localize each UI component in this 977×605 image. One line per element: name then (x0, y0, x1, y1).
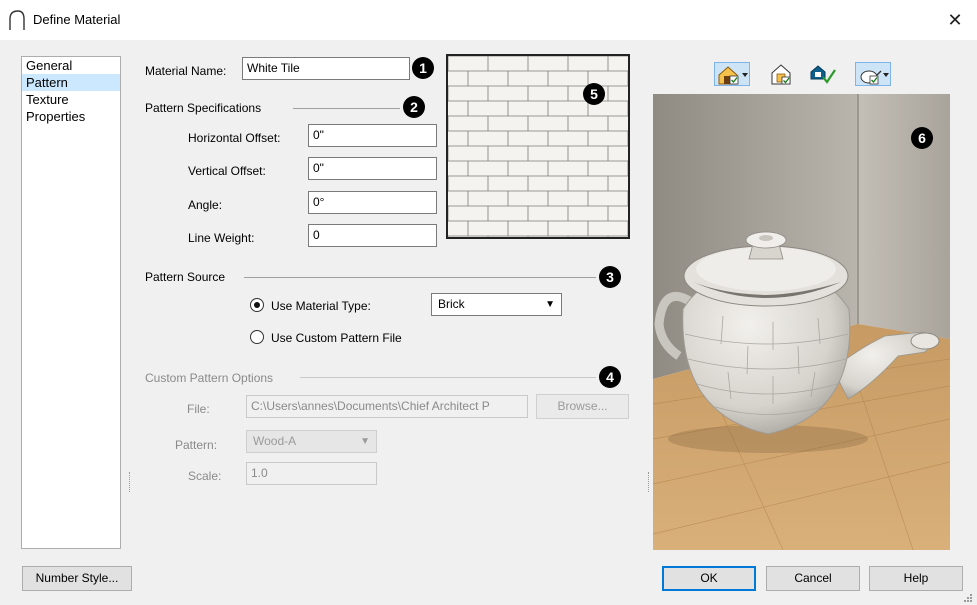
callout-2: 2 (403, 96, 425, 118)
horizontal-offset-field[interactable]: 0" (308, 124, 437, 147)
brick-pattern-graphic (448, 56, 628, 237)
render-house-button[interactable] (714, 62, 750, 86)
material-name-label: Material Name: (145, 64, 227, 78)
window-title: Define Material (33, 12, 121, 27)
render-settings-button[interactable] (766, 62, 802, 86)
use-material-type-radio[interactable] (250, 298, 264, 312)
use-custom-pattern-label: Use Custom Pattern File (271, 331, 402, 345)
pattern-swatch (446, 54, 630, 239)
ok-button[interactable]: OK (662, 566, 756, 591)
teapot-model-button[interactable] (855, 62, 891, 86)
house-render-icon (718, 66, 748, 85)
vertical-offset-label: Vertical Offset: (188, 164, 266, 178)
dropdown-arrow-icon: ▼ (545, 299, 555, 310)
line-weight-field[interactable]: 0 (308, 224, 437, 247)
group-divider (293, 108, 400, 109)
callout-5: 5 (583, 83, 605, 105)
category-list: General Pattern Texture Properties (21, 56, 121, 549)
house-settings-icon (771, 64, 791, 85)
use-material-type-label: Use Material Type: (271, 299, 371, 313)
vertical-offset-field[interactable]: 0" (308, 157, 437, 180)
callout-4: 4 (599, 366, 621, 388)
teapot-model-icon (860, 70, 889, 85)
pattern-source-heading: Pattern Source (145, 270, 226, 284)
splitter-grip[interactable] (129, 472, 131, 492)
file-path-field[interactable]: C:\Users\annes\Documents\Chief Architect… (246, 395, 528, 418)
group-divider (244, 277, 596, 278)
title-bar (0, 0, 977, 40)
browse-button[interactable]: Browse... (536, 394, 629, 419)
help-button[interactable]: Help (869, 566, 963, 591)
pattern-select-value: Wood-A (253, 434, 297, 448)
material-type-value: Brick (438, 297, 465, 311)
file-label: File: (187, 402, 210, 416)
cancel-button[interactable]: Cancel (766, 566, 860, 591)
material-type-select[interactable]: Brick ▼ (431, 293, 562, 316)
material-name-field[interactable]: White Tile (242, 57, 410, 80)
group-divider (300, 377, 596, 378)
materials-check-button[interactable] (805, 62, 841, 86)
nav-item-texture[interactable]: Texture (22, 91, 120, 108)
close-button[interactable]: ✕ (942, 8, 968, 32)
teapot-preview-image (653, 94, 950, 550)
callout-1: 1 (412, 57, 434, 79)
pattern-label: Pattern: (175, 438, 218, 452)
angle-label: Angle: (188, 198, 223, 212)
nav-item-general[interactable]: General (22, 57, 120, 74)
scale-label: Scale: (188, 469, 222, 483)
pattern-select[interactable]: Wood-A ▼ (246, 430, 377, 453)
horizontal-offset-label: Horizontal Offset: (188, 131, 281, 145)
angle-field[interactable]: 0° (308, 191, 437, 214)
callout-3: 3 (599, 266, 621, 288)
materials-check-icon (810, 65, 836, 84)
radio-selected-dot (254, 302, 260, 308)
splitter-grip[interactable] (648, 472, 650, 492)
use-custom-pattern-radio[interactable] (250, 330, 264, 344)
resize-grip-icon[interactable] (961, 591, 973, 603)
line-weight-label: Line Weight: (188, 231, 255, 245)
nav-item-pattern[interactable]: Pattern (22, 74, 120, 91)
callout-6: 6 (911, 127, 933, 149)
nav-item-properties[interactable]: Properties (22, 108, 120, 125)
number-style-button[interactable]: Number Style... (22, 566, 132, 591)
app-arch-icon (9, 10, 25, 30)
pattern-specs-heading: Pattern Specifications (145, 101, 262, 115)
dropdown-arrow-icon: ▼ (360, 436, 370, 447)
custom-options-heading: Custom Pattern Options (145, 371, 274, 385)
scale-field[interactable]: 1.0 (246, 462, 377, 485)
material-preview-render (653, 94, 950, 550)
